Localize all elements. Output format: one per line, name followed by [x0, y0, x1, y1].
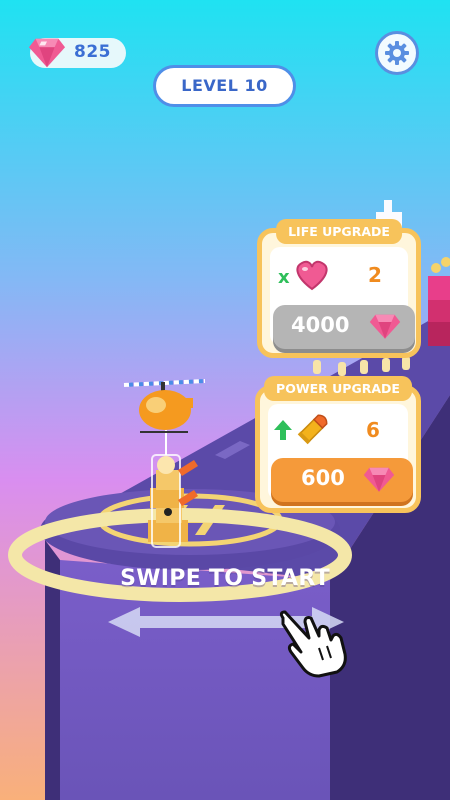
- settings-button[interactable]: [375, 31, 419, 75]
- gem-counter: 825: [28, 38, 126, 68]
- gear-icon: [385, 41, 409, 65]
- gem-icon: [369, 314, 401, 339]
- bullet-icon: [297, 414, 328, 445]
- life-upgrade-cost: 4000: [291, 313, 350, 337]
- power-upgrade-cost: 600: [301, 466, 345, 490]
- power-upgrade-button[interactable]: 600: [271, 458, 413, 502]
- double-arrow-icon: [0, 0, 1, 1]
- life-upgrade-card: LIFE UPGRADE x 2 4000: [257, 219, 421, 358]
- gem-count: 825: [74, 42, 111, 62]
- power-upgrade-title: POWER UPGRADE: [264, 376, 412, 401]
- gem-icon: [28, 38, 66, 68]
- life-upgrade-button[interactable]: 4000: [273, 305, 415, 349]
- arrow-up-icon: [274, 420, 292, 440]
- multiplier-label: x: [278, 267, 290, 288]
- pointing-hand-icon: [279, 610, 347, 678]
- power-upgrade-card: POWER UPGRADE 6 600: [255, 376, 421, 513]
- swipe-to-start-prompt[interactable]: SWIPE TO START: [0, 566, 450, 591]
- gem-icon: [363, 467, 395, 492]
- power-upgrade-panel: 6 600: [268, 404, 413, 502]
- life-upgrade-panel: x 2 4000: [270, 247, 415, 349]
- life-upgrade-value: 2: [368, 263, 382, 287]
- life-upgrade-title: LIFE UPGRADE: [276, 219, 402, 244]
- heart-icon: [296, 260, 328, 291]
- power-upgrade-value: 6: [366, 418, 380, 442]
- level-indicator: LEVEL 10: [153, 65, 296, 107]
